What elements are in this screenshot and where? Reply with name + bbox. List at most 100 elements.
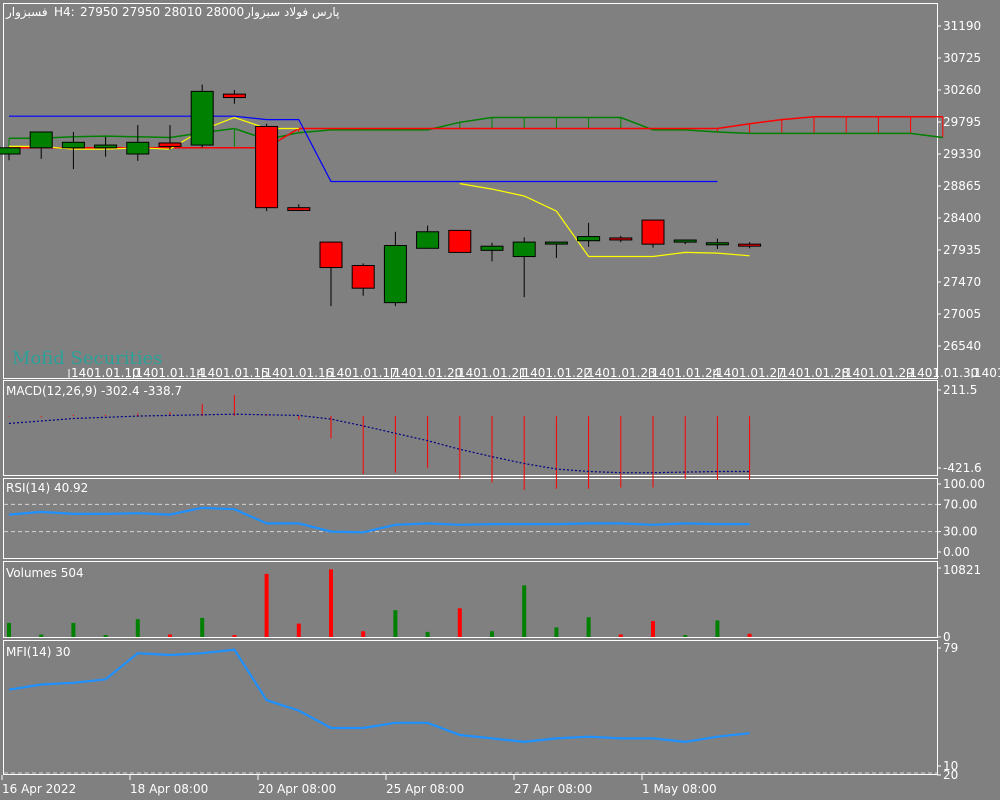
candle-bull	[512, 241, 536, 258]
volume-bar	[135, 619, 140, 637]
date-strip-label: 1401.01.17	[329, 366, 398, 380]
price-tick-label: 26540	[943, 339, 981, 353]
volume-bar	[522, 585, 527, 637]
volume-bar	[683, 635, 688, 637]
volume-tick-label: 10821	[943, 563, 981, 577]
candle-bear	[319, 241, 343, 269]
volume-bar	[232, 635, 237, 637]
volume-bar	[296, 623, 301, 637]
candle-bull	[94, 144, 118, 149]
date-strip-label: 1401.0	[974, 366, 1000, 380]
date-strip-label: 1401.01.10	[71, 366, 140, 380]
candle-bull	[673, 239, 697, 243]
volume-bar	[361, 631, 366, 637]
candle-bear	[255, 125, 279, 209]
volume-bar	[7, 622, 11, 637]
candle-bull	[705, 242, 729, 246]
volume-bar	[554, 627, 559, 637]
volume-bar	[618, 634, 623, 637]
price-tick-label: 29330	[943, 147, 981, 161]
candle-bull	[61, 141, 85, 149]
price-tick-label: 30725	[943, 51, 981, 65]
volume-bar	[747, 633, 752, 637]
time-tick-label: 27 Apr 08:00	[514, 782, 592, 796]
time-tick-label: 25 Apr 08:00	[386, 782, 464, 796]
volume-bar	[200, 617, 205, 637]
time-tick-label: 18 Apr 08:00	[130, 782, 208, 796]
chart-background	[0, 0, 1000, 800]
candle-bull	[0, 147, 21, 155]
mfi-tick-label: 79	[943, 641, 958, 655]
price-tick-label: 29795	[943, 115, 981, 129]
volume-bar	[71, 622, 76, 637]
candle-bear	[222, 93, 246, 99]
mfi-tick-label: 20	[943, 768, 958, 782]
rsi-tick-label: 100.00	[943, 477, 985, 491]
time-tick-label: 20 Apr 08:00	[258, 782, 336, 796]
date-strip-label: 1401.01.30	[910, 366, 979, 380]
macd-tick-label: -421.6	[943, 461, 982, 475]
date-strip-label: 1401.01.20	[394, 366, 463, 380]
price-tick-label: 27005	[943, 307, 981, 321]
date-strip: 1401.01.101401.01.141401.01.151401.01.16…	[68, 366, 1000, 380]
mfi-label: MFI(14) 30	[6, 645, 71, 659]
candle-bull	[480, 245, 504, 251]
macd-label: MACD(12,26,9) -302.4 -338.7	[6, 384, 182, 398]
volume-bar	[715, 620, 720, 637]
candle-bear	[351, 264, 375, 289]
candle-bear	[641, 219, 665, 245]
volume-label: Volumes 504	[6, 566, 84, 580]
price-tick-label: 31190	[943, 19, 981, 33]
price-tick-label: 30260	[943, 83, 981, 97]
volume-bar	[264, 573, 269, 637]
volume-bar	[168, 634, 172, 637]
candle-bear	[448, 229, 472, 253]
time-tick-label: 1 May 08:00	[642, 782, 717, 796]
date-strip-label: 1401.01.27	[716, 366, 785, 380]
volume-bar	[103, 635, 108, 637]
candle-bull	[577, 236, 601, 242]
timeframe-label: H4:	[54, 5, 75, 19]
candle-bull	[383, 245, 407, 304]
rsi-tick-label: 30.00	[943, 525, 977, 539]
date-strip-label: 1401.01.16	[265, 366, 334, 380]
volume-bar	[490, 631, 494, 637]
volume-bar	[651, 621, 655, 637]
trading-chart[interactable]: فسبزوار H4: 27950 27950 28010 28000 پارس…	[0, 0, 1000, 800]
date-strip-label: 1401.01.28	[781, 366, 850, 380]
date-strip-label: 1401.01.24	[652, 366, 721, 380]
date-strip-label: 1401.01.23	[587, 366, 656, 380]
date-strip-label: 1401.01.21	[458, 366, 527, 380]
date-strip-label: 1401.01.22	[523, 366, 592, 380]
volume-bar	[457, 608, 462, 637]
macd-tick-label: 211.5	[943, 383, 977, 397]
symbol-label: فسبزوار	[5, 5, 48, 20]
volume-bar	[425, 631, 430, 637]
candle-bull	[126, 141, 150, 155]
candle-bear	[609, 237, 633, 241]
rsi-tick-label: 70.00	[943, 497, 977, 511]
price-tick-label: 28400	[943, 211, 981, 225]
candle-bull	[29, 131, 53, 149]
instrument-name: پارس فولاد سبزوار	[244, 5, 339, 20]
date-strip-label: 1401.01.14	[136, 366, 205, 380]
ohlc-readout: 27950 27950 28010 28000	[80, 5, 244, 19]
price-tick-label: 27470	[943, 275, 981, 289]
volume-bar	[586, 617, 591, 637]
date-strip-label: 1401.01.15	[200, 366, 269, 380]
volume-bar	[39, 634, 44, 637]
rsi-tick-label: 0.00	[943, 545, 970, 559]
time-tick-label: 16 Apr 2022	[2, 782, 76, 796]
candle-bear	[158, 142, 182, 147]
date-strip-label: 1401.01.29	[845, 366, 914, 380]
volume-bar	[329, 569, 333, 637]
volume-bar	[393, 610, 398, 637]
candle-bull	[416, 231, 440, 249]
candle-bear	[738, 243, 762, 247]
candle-bear	[287, 207, 311, 211]
candle-bull	[190, 90, 214, 146]
rsi-label: RSI(14) 40.92	[6, 481, 88, 495]
price-tick-label: 27935	[943, 243, 981, 257]
price-tick-label: 28865	[943, 179, 981, 193]
candle-bull	[544, 241, 568, 245]
